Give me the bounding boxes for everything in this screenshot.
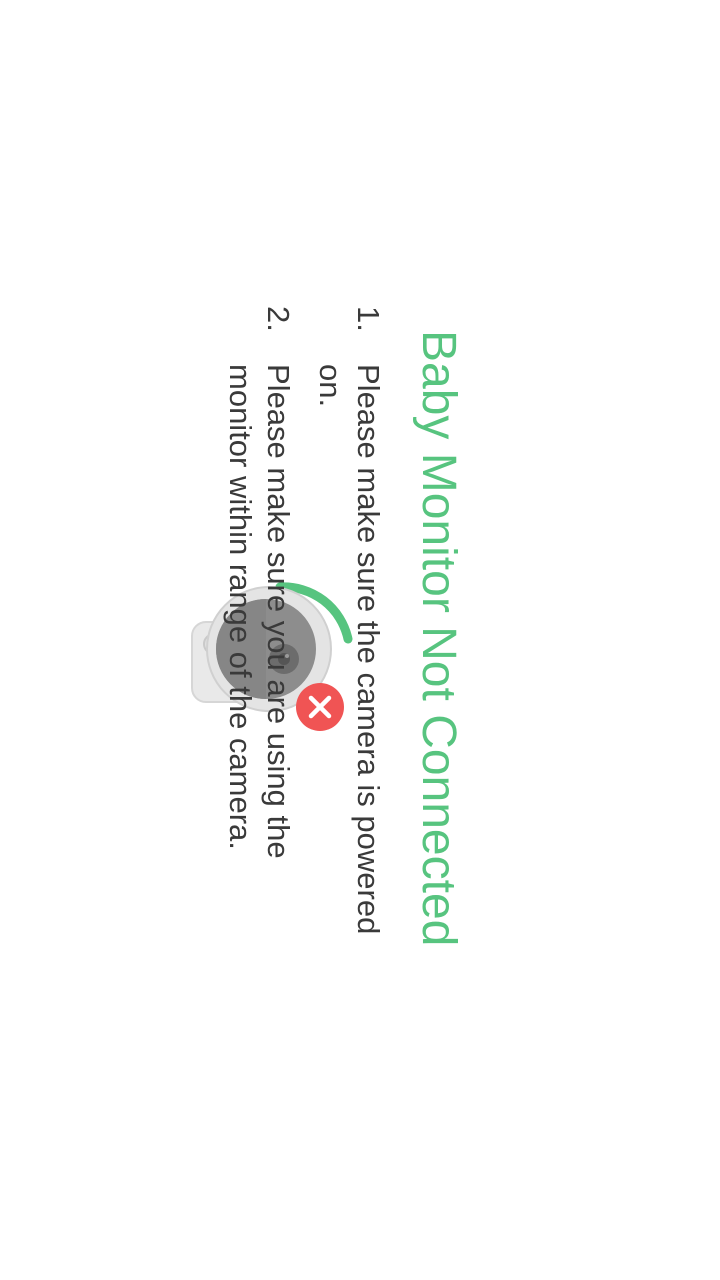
- list-item: 2. Please make sure you are using the mo…: [221, 306, 297, 966]
- list-item: 1. Please make sure the camera is powere…: [311, 306, 387, 966]
- list-item-number: 2.: [261, 306, 296, 332]
- connection-status-title: Baby Monitor Not Connected: [412, 330, 465, 947]
- list-item-text: Please make sure you are using the monit…: [223, 364, 296, 859]
- list-item-text: Please make sure the camera is powered o…: [313, 364, 386, 935]
- list-item-number: 1.: [351, 306, 386, 332]
- disconnected-screen: Baby Monitor Not Connected 1. Please mak…: [0, 0, 720, 1280]
- troubleshooting-list: 1. Please make sure the camera is powere…: [207, 306, 387, 966]
